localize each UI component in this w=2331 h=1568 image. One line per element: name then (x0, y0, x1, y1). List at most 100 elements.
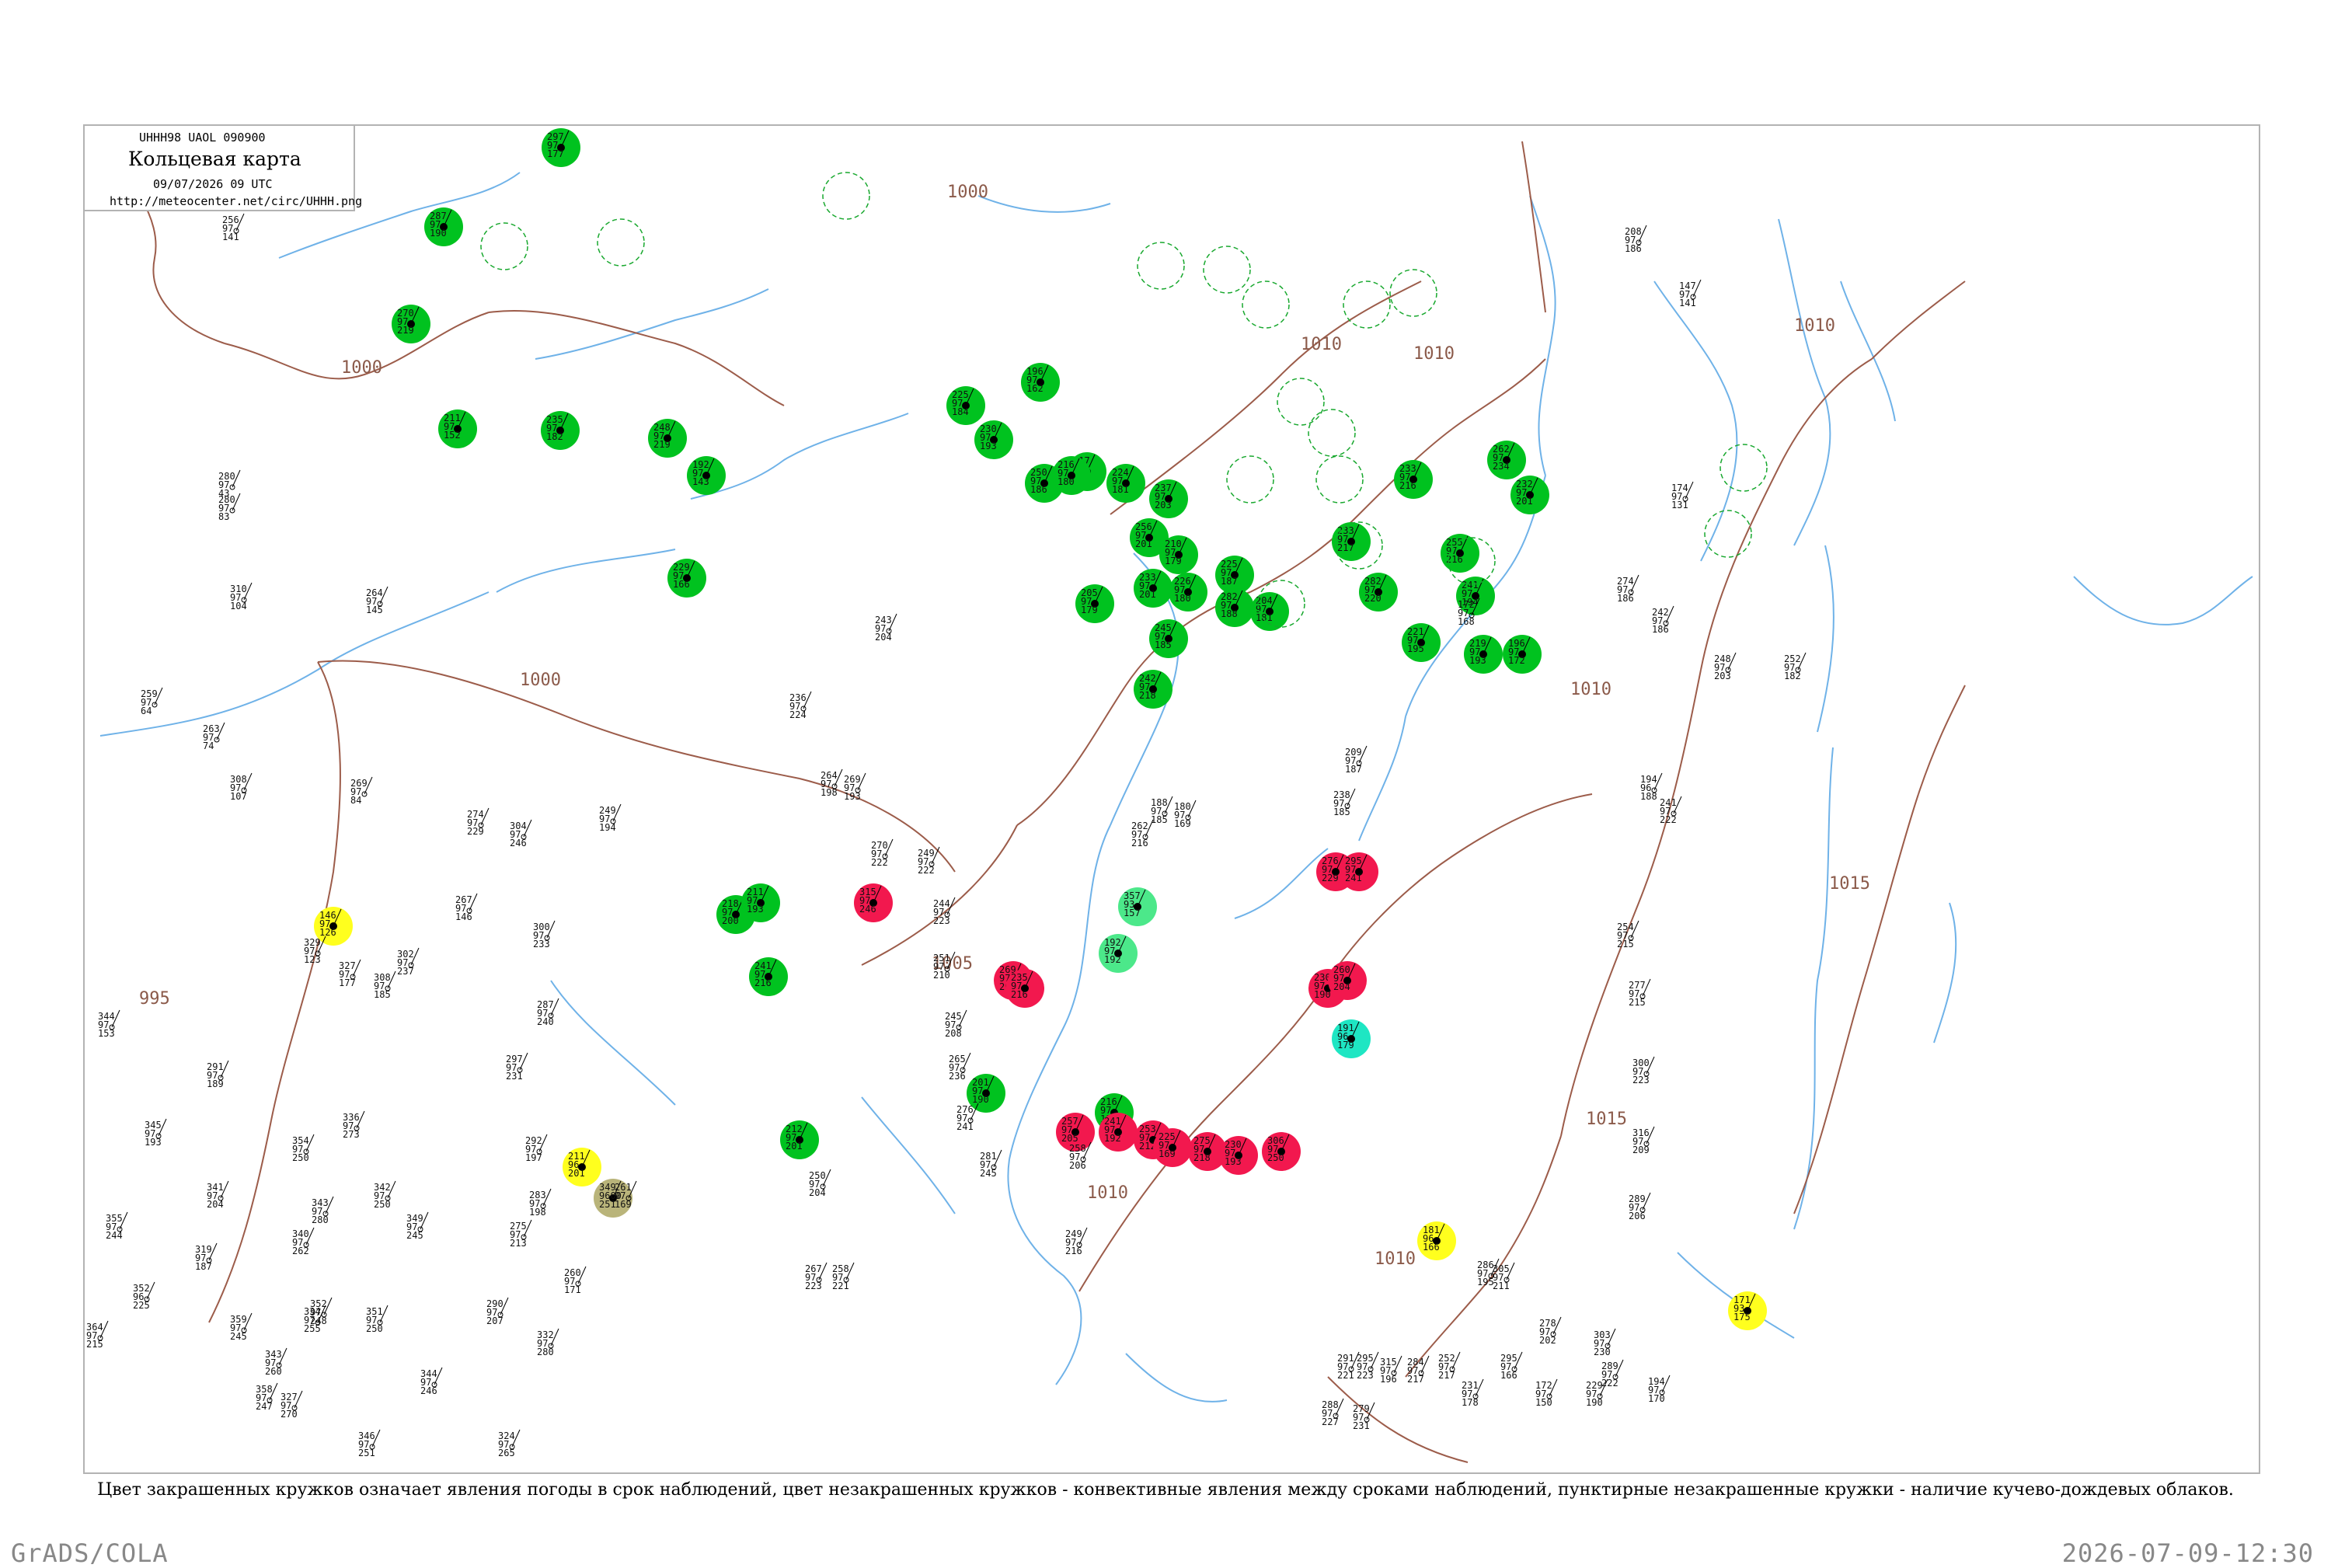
station-value: 217 (1407, 1374, 1424, 1385)
isobar-label-6: 1010 (1087, 1183, 1128, 1203)
station-value: 225 (133, 1300, 150, 1311)
station-value: 193 (844, 791, 861, 802)
station-plot: 20597179 (1075, 584, 1114, 623)
station-value: 260 (265, 1366, 282, 1377)
station-value: 126 (319, 927, 336, 938)
station-value: 162 (1026, 383, 1044, 394)
station-value: 245 (230, 1331, 247, 1342)
station-value: 201 (1516, 496, 1533, 507)
station-plot: 28797190 (424, 207, 463, 246)
station-plot: 21196201 (563, 1148, 601, 1186)
station-value: 220 (1364, 593, 1382, 604)
station-value: 169 (1174, 818, 1191, 829)
station-value: 196 (1380, 1374, 1397, 1385)
station-value: 219 (653, 439, 671, 450)
station-value: 170 (1648, 1393, 1665, 1404)
station-plot: 24597185 (1149, 619, 1188, 658)
station-value: 179 (1165, 556, 1182, 566)
station-value: 190 (1314, 989, 1331, 1000)
station-value: 215 (1617, 939, 1634, 950)
observation-datetime: 09/07/2026 09 UTC (153, 177, 273, 191)
station-value: 250 (374, 1199, 391, 1210)
station-value: 221 (832, 1281, 849, 1291)
station-value: 185 (374, 989, 391, 1000)
station-plot: 21297201 (780, 1120, 819, 1159)
map-frame: 1000 1000 1000 995 1005 1010 1010 1010 1015 1015 1… (83, 124, 2260, 1474)
isobar-label-0: 1000 (947, 183, 988, 202)
station-value: 204 (809, 1187, 826, 1198)
station-value: 255 (304, 1323, 321, 1334)
station-plot: 29797177 (542, 128, 580, 167)
station-value: 211 (1493, 1281, 1510, 1291)
station-plot: 19196179 (1332, 1019, 1371, 1058)
station-value: 190 (1586, 1397, 1603, 1408)
station-value: 171 (564, 1284, 581, 1295)
station-value: 177 (339, 977, 356, 988)
station-value: 280 (537, 1347, 554, 1357)
station-plot: 23097193 (1219, 1136, 1258, 1175)
station-plot: 22497181 (1106, 464, 1145, 503)
station-plot: 24197192 (1099, 1113, 1138, 1152)
station-value: 169 (615, 1199, 632, 1210)
station-value: 107 (230, 791, 247, 802)
station-value: 202 (1539, 1335, 1556, 1346)
station-plot: 35793157 (1118, 887, 1157, 926)
map-header-box: UHHH98 UAOL 090900 Кольцевая карта 09/07… (83, 124, 362, 211)
station-plot: 20497181 (1250, 592, 1289, 631)
station-value: 240 (537, 1016, 554, 1027)
station-value: 146 (455, 911, 472, 922)
station-value: 280 (312, 1214, 329, 1225)
station-value: 246 (420, 1385, 437, 1396)
station-value: 145 (366, 605, 383, 615)
station-value: 153 (98, 1028, 115, 1039)
station-value: 201 (786, 1141, 803, 1152)
station-value: 184 (952, 406, 969, 417)
station-value: 181 (1112, 484, 1129, 495)
station-value: 208 (945, 1028, 962, 1039)
station-value: 180 (1057, 476, 1075, 487)
station-value: 182 (1784, 671, 1801, 681)
station-value: 179 (1081, 605, 1098, 615)
station-value: 237 (397, 966, 414, 977)
station-plot: 24197216 (749, 957, 788, 996)
station-value: 201 (568, 1168, 585, 1179)
station-plot: 17193175 (1728, 1291, 1767, 1330)
station-plot: 23097193 (974, 420, 1013, 459)
station-plot: 23797203 (1149, 479, 1188, 518)
station-plot: 19697162 (1021, 363, 1060, 402)
station-value: 200 (722, 915, 739, 926)
isobar-label-5: 1010 (1570, 680, 1611, 699)
station-value: 203 (1714, 671, 1731, 681)
station-value: 150 (1535, 1397, 1552, 1408)
station-value: 218 (1193, 1152, 1211, 1163)
station-value: 172 (1508, 655, 1525, 666)
station-value: 216 (1399, 480, 1416, 491)
station-value: 84 (350, 795, 361, 806)
station-value: 244 (106, 1230, 123, 1241)
station-plot: 23397216 (1394, 460, 1433, 499)
station-value: 181 (1256, 612, 1273, 623)
station-plot: 21997193 (1464, 635, 1503, 674)
station-value: 245 (406, 1230, 423, 1241)
station-value: 194 (599, 822, 616, 833)
station-value: 182 (546, 431, 563, 442)
station-value: 197 (525, 1152, 542, 1163)
station-value: 219 (397, 325, 414, 336)
station-value: 193 (980, 441, 997, 451)
station-value: 234 (1493, 461, 1510, 472)
isobar-label-2: 1000 (520, 671, 561, 690)
station-value: 185 (1333, 807, 1350, 817)
footer-software: GrADS/COLA (11, 1538, 169, 1568)
station-plot: 18196166 (1417, 1221, 1456, 1260)
station-value: 216 (1131, 838, 1148, 848)
isobar-label-3: 995 (139, 989, 170, 1009)
station-value: 195 (1407, 643, 1424, 654)
isobar-label-10: 1010 (1794, 316, 1835, 336)
station-value: 246 (510, 838, 527, 848)
isobar-label-9: 1015 (1829, 874, 1870, 894)
isobar-label-8: 1015 (1586, 1110, 1627, 1129)
station-value: 141 (222, 232, 239, 242)
station-value: 204 (875, 632, 892, 643)
station-value: 262 (292, 1246, 309, 1256)
station-value: 186 (1030, 484, 1047, 495)
